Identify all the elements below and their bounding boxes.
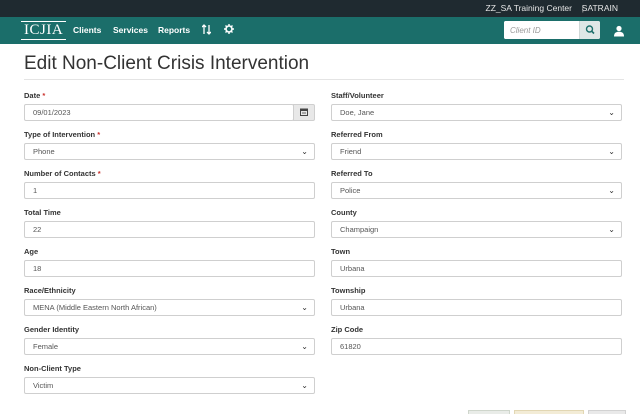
staff-label: Staff/Volunteer (331, 91, 384, 100)
nav-reports[interactable]: Reports (158, 25, 190, 35)
township-input[interactable]: Urbana (331, 299, 622, 316)
icjia-logo[interactable]: ICJIA (21, 21, 67, 40)
town-label: Town (331, 247, 351, 256)
gender-label: Gender Identity (24, 325, 80, 334)
organization-name[interactable]: ZZ_SA Training Center (486, 3, 572, 13)
county-select[interactable]: Champaign ⌄ (331, 221, 622, 238)
top-bar: ZZ_SA Training Center | SATRAIN (0, 0, 640, 17)
chevron-down-icon: ⌄ (608, 147, 615, 156)
current-user[interactable]: SATRAIN (582, 3, 618, 13)
chevron-down-icon: ⌄ (301, 303, 308, 312)
search-icon (585, 25, 595, 35)
nonclient-type-select[interactable]: Victim ⌄ (24, 377, 315, 394)
date-label: Date * (24, 91, 46, 100)
referred-from-label: Referred From (331, 130, 383, 139)
action-button[interactable] (514, 410, 584, 414)
referred-from-select[interactable]: Friend ⌄ (331, 143, 622, 160)
title-divider (24, 79, 624, 80)
form-actions (468, 410, 628, 414)
contacts-input[interactable]: 1 (24, 182, 315, 199)
town-input[interactable]: Urbana (331, 260, 622, 277)
contacts-label: Number of Contacts * (24, 169, 101, 178)
chevron-down-icon: ⌄ (301, 342, 308, 351)
client-search (504, 21, 600, 39)
chevron-down-icon: ⌄ (608, 108, 615, 117)
zip-label: Zip Code (331, 325, 364, 334)
race-label: Race/Ethnicity (24, 286, 76, 295)
total-time-label: Total Time (24, 208, 61, 217)
gender-select[interactable]: Female ⌄ (24, 338, 315, 355)
date-input[interactable]: 09/01/2023 (24, 104, 294, 121)
staff-select[interactable]: Doe, Jane ⌄ (331, 104, 622, 121)
user-icon[interactable] (613, 24, 625, 37)
chevron-down-icon: ⌄ (608, 225, 615, 234)
nav-services[interactable]: Services (113, 25, 148, 35)
age-input[interactable]: 18 (24, 260, 315, 277)
nonclient-type-label: Non-Client Type (24, 364, 81, 373)
sort-icon[interactable] (201, 24, 212, 37)
action-button[interactable] (588, 410, 626, 414)
search-button[interactable] (579, 21, 600, 39)
chevron-down-icon: ⌄ (301, 147, 308, 156)
intervention-label: Type of Intervention * (24, 130, 101, 139)
calendar-button[interactable] (293, 104, 315, 121)
race-select[interactable]: MENA (Middle Eastern North African) ⌄ (24, 299, 315, 316)
calendar-icon (300, 108, 308, 116)
referred-to-label: Referred To (331, 169, 373, 178)
gear-icon[interactable] (224, 24, 234, 36)
action-button[interactable] (468, 410, 510, 414)
zip-input[interactable]: 61820 (331, 338, 622, 355)
page-title: Edit Non-Client Crisis Intervention (24, 53, 310, 74)
client-id-input[interactable] (504, 21, 580, 39)
intervention-select[interactable]: Phone ⌄ (24, 143, 315, 160)
total-time-input[interactable]: 22 (24, 221, 315, 238)
county-label: County (331, 208, 357, 217)
township-label: Township (331, 286, 366, 295)
nav-clients[interactable]: Clients (73, 25, 101, 35)
age-label: Age (24, 247, 39, 256)
chevron-down-icon: ⌄ (608, 186, 615, 195)
referred-to-select[interactable]: Police ⌄ (331, 182, 622, 199)
chevron-down-icon: ⌄ (301, 381, 308, 390)
